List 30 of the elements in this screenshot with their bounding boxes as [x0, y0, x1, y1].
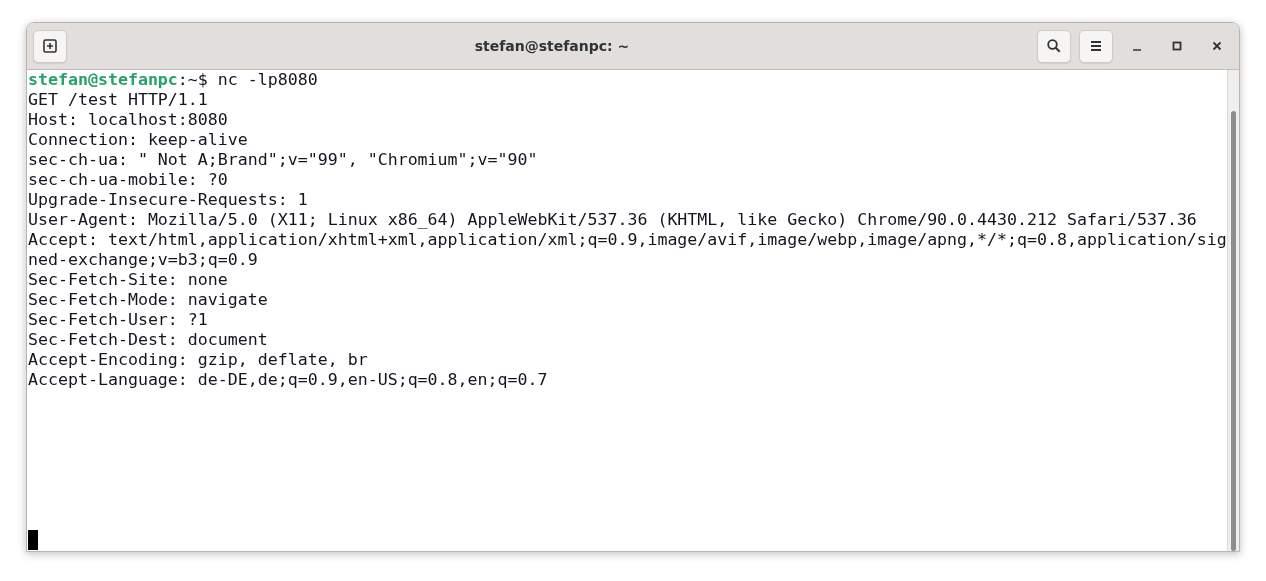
close-icon	[1212, 41, 1222, 51]
terminal-line: ned-exchange;v=b3;q=0.9	[28, 250, 259, 270]
search-button[interactable]	[1037, 29, 1071, 63]
terminal-line: User-Agent: Mozilla/5.0 (X11; Linux x86_64) AppleWebKit/537.36 (KHTML, like Gecko) Chrome/90.0.4430.212 Safari/537.36	[28, 210, 1198, 230]
terminal-line: Sec-Fetch-Dest: document	[28, 330, 269, 350]
prompt-command: :~$ nc -lp8080	[177, 70, 318, 89]
terminal-line: sec-ch-ua: " Not A;Brand";v="99", "Chromium";v="90"	[28, 150, 539, 170]
menu-button[interactable]	[1079, 29, 1113, 63]
text-cursor	[28, 530, 38, 550]
terminal-line: Accept: text/html,application/xhtml+xml,application/xml;q=0.9,image/avif,image/webp,image/apng,*/*;q=0.8,application/sig	[28, 230, 1227, 250]
terminal-line: Sec-Fetch-Site: none	[28, 270, 229, 290]
maximize-icon	[1172, 41, 1182, 51]
minimize-icon	[1133, 49, 1141, 51]
scrollbar-thumb[interactable]	[1231, 111, 1236, 551]
search-icon	[1046, 38, 1062, 54]
new-tab-button[interactable]	[33, 29, 67, 63]
terminal-line: Upgrade-Insecure-Requests: 1	[28, 190, 309, 210]
prompt-user-host: stefan@stefanpc	[28, 70, 178, 89]
terminal-line: GET /test HTTP/1.1	[28, 90, 209, 110]
terminal-line: Accept-Encoding: gzip, deflate, br	[28, 350, 369, 370]
terminal-line: Host: localhost:8080	[28, 110, 229, 130]
terminal-line: Accept-Language: de-DE,de;q=0.9,en-US;q=0.8,en;q=0.7	[28, 370, 549, 390]
menu-icon	[1089, 39, 1103, 53]
window-title: stefan@stefanpc: ~	[473, 38, 631, 54]
terminal-line: Connection: keep-alive	[28, 130, 249, 150]
terminal-line: Sec-Fetch-Mode: navigate	[28, 290, 269, 310]
terminal-line: Sec-Fetch-User: ?1	[28, 310, 209, 330]
scrollbar[interactable]	[1227, 70, 1239, 551]
terminal-line: sec-ch-ua-mobile: ?0	[28, 170, 229, 190]
new-tab-icon	[42, 38, 58, 54]
